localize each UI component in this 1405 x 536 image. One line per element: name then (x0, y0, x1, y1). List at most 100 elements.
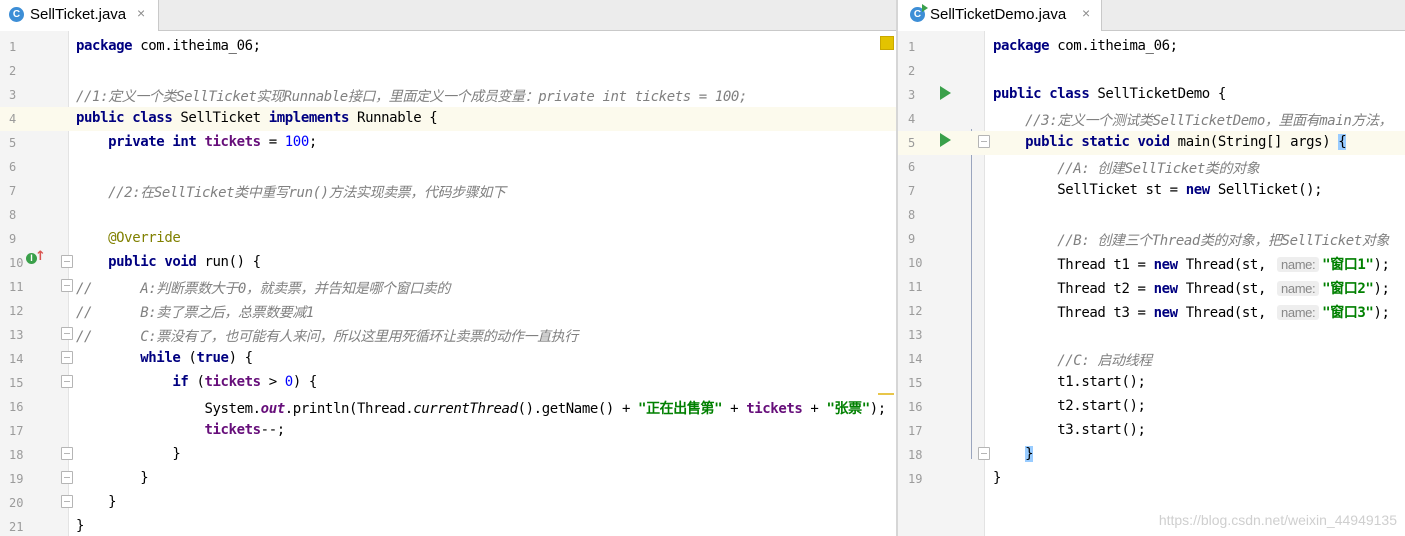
code-line[interactable]: 18 } (0, 443, 896, 467)
line-number: 14 (908, 352, 923, 366)
code-token: out (260, 401, 285, 417)
code-text: Thread t1 = new Thread(st, name: "窗口1"); (993, 254, 1390, 274)
code-text: private int tickets = 100; (76, 134, 317, 150)
code-editor-sellticketdemo[interactable]: 1 package com.itheima_06; 2 3 public class S… (898, 31, 1405, 536)
code-line[interactable]: 9 @Override (0, 227, 896, 251)
code-token: new (1185, 182, 1210, 198)
fold-icon[interactable] (61, 447, 73, 460)
code-line[interactable]: 12 Thread t3 = new Thread(st, name: "窗口3"… (898, 299, 1405, 323)
code-editor-sellticket[interactable]: 1 package com.itheima_06; 2 3 //1:定义一个类SellT… (0, 31, 896, 536)
code-token: + (802, 401, 827, 417)
code-line[interactable]: 11 Thread t2 = new Thread(st, name: "窗口2"… (898, 275, 1405, 299)
code-token: ); (869, 401, 886, 417)
code-text: // C:票没有了，也可能有人来问，所以这里用死循环让卖票的动作一直执行 (76, 326, 578, 346)
run-class-icon[interactable] (940, 86, 951, 100)
code-line[interactable]: 5 private int tickets = 100; (0, 131, 896, 155)
code-token: // A:判断票数大于0，就卖票，并告知是哪个窗口卖的 (76, 281, 450, 297)
code-token: public class (993, 86, 1090, 102)
code-line[interactable]: 7 //2:在SellTicket类中重写run()方法实现卖票，代码步骤如下 (0, 179, 896, 203)
code-line[interactable]: 8 (0, 203, 896, 227)
code-line[interactable]: 6 //A: 创建SellTicket类的对象 (898, 155, 1405, 179)
override-arrow-icon[interactable]: ↑ (35, 249, 46, 264)
code-text: } (76, 446, 180, 462)
code-line[interactable]: 14 //C: 启动线程 (898, 347, 1405, 371)
code-line[interactable]: 1 package com.itheima_06; (898, 35, 1405, 59)
code-line[interactable]: 15 t1.start(); (898, 371, 1405, 395)
fold-icon[interactable] (61, 351, 73, 364)
code-token: Thread(st, (1177, 305, 1275, 321)
code-line[interactable]: 2 (0, 59, 896, 83)
code-line[interactable]: 20 } (0, 491, 896, 515)
code-token: //1:定义一个类SellTicket实现Runnable接口，里面定义一个成员… (76, 89, 747, 105)
fold-icon[interactable] (978, 447, 990, 460)
run-main-icon[interactable] (940, 133, 951, 147)
code-token: Thread t2 = (993, 281, 1154, 297)
code-line[interactable]: 21} (0, 515, 896, 536)
fold-icon[interactable] (61, 327, 73, 340)
line-number: 11 (908, 280, 923, 294)
tab-sellticketdemo-java[interactable]: C SellTicketDemo.java × (898, 0, 1102, 31)
code-line[interactable]: 17 tickets--; (0, 419, 896, 443)
code-token: "窗口2" (1322, 281, 1374, 297)
code-line[interactable]: 11 // A:判断票数大于0，就卖票，并告知是哪个窗口卖的 (0, 275, 896, 299)
code-line[interactable]: 3 public class SellTicketDemo { (898, 83, 1405, 107)
code-text: if (tickets > 0) { (76, 374, 317, 390)
code-line[interactable]: 14 while (true) { (0, 347, 896, 371)
parameter-hint: name: (1277, 305, 1320, 320)
code-line[interactable]: 17 t3.start(); (898, 419, 1405, 443)
code-token: Thread t1 = (993, 257, 1154, 273)
fold-icon[interactable] (61, 279, 73, 292)
tab-sellticket-java[interactable]: C SellTicket.java × (0, 0, 159, 31)
code-token: tickets (204, 374, 261, 390)
code-token: ); (1373, 281, 1390, 297)
code-token: ( (180, 350, 197, 366)
code-line[interactable]: 9 //B: 创建三个Thread类的对象，把SellTicket对象 (898, 227, 1405, 251)
fold-icon[interactable] (61, 255, 73, 268)
code-token: --; (260, 422, 285, 438)
code-token: Thread t3 = (993, 305, 1154, 321)
fold-icon[interactable] (978, 135, 990, 148)
code-line[interactable]: 13 // C:票没有了，也可能有人来问，所以这里用死循环让卖票的动作一直执行 (0, 323, 896, 347)
line-number: 7 (9, 184, 17, 198)
close-tab-icon[interactable]: × (137, 5, 145, 21)
fold-icon[interactable] (61, 471, 73, 484)
code-line[interactable]: 7 SellTicket st = new SellTicket(); (898, 179, 1405, 203)
code-line[interactable]: 4 //3:定义一个测试类SellTicketDemo，里面有main方法， (898, 107, 1405, 131)
code-line[interactable]: 19} (898, 467, 1405, 491)
line-number: 14 (9, 352, 24, 366)
watermark: https://blog.csdn.net/weixin_44949135 (1158, 512, 1397, 528)
code-line[interactable]: 13 (898, 323, 1405, 347)
code-text: @Override (76, 230, 181, 246)
code-line[interactable]: 10 public void run() { (0, 251, 896, 275)
code-line[interactable]: 15 if (tickets > 0) { (0, 371, 896, 395)
line-number: 6 (9, 160, 17, 174)
line-number: 15 (908, 376, 923, 390)
java-class-icon: C (910, 4, 928, 22)
code-line[interactable]: 6 (0, 155, 896, 179)
code-line[interactable]: 3 //1:定义一个类SellTicket实现Runnable接口，里面定义一个成… (0, 83, 896, 107)
code-line[interactable]: 16 t2.start(); (898, 395, 1405, 419)
fold-icon[interactable] (61, 495, 73, 508)
close-tab-icon[interactable]: × (1082, 5, 1090, 21)
code-line[interactable]: 4 public class SellTicket implements Runn… (0, 107, 896, 131)
code-text: //1:定义一个类SellTicket实现Runnable接口，里面定义一个成员… (76, 86, 747, 106)
code-token: ( (188, 374, 205, 390)
code-line[interactable]: 8 (898, 203, 1405, 227)
code-token: 0 (284, 374, 293, 390)
code-text: // A:判断票数大于0，就卖票，并告知是哪个窗口卖的 (76, 278, 450, 298)
code-line[interactable]: 10 Thread t1 = new Thread(st, name: "窗口1"… (898, 251, 1405, 275)
code-line[interactable]: 12 // B:卖了票之后，总票数要减1 (0, 299, 896, 323)
code-text: public class SellTicket implements Runna… (76, 110, 438, 126)
parameter-hint: name: (1277, 281, 1320, 296)
fold-icon[interactable] (61, 375, 73, 388)
line-number: 1 (9, 40, 17, 54)
code-token: "张票" (826, 401, 871, 417)
code-line[interactable]: 1 package com.itheima_06; (0, 35, 896, 59)
code-line[interactable]: 18 } (898, 443, 1405, 467)
code-line[interactable]: 16 System.out.println(Thread.currentThre… (0, 395, 896, 419)
code-line[interactable]: 2 (898, 59, 1405, 83)
code-line[interactable]: 5 public static void main(String[] args)… (898, 131, 1405, 155)
code-line[interactable]: 19 } (0, 467, 896, 491)
